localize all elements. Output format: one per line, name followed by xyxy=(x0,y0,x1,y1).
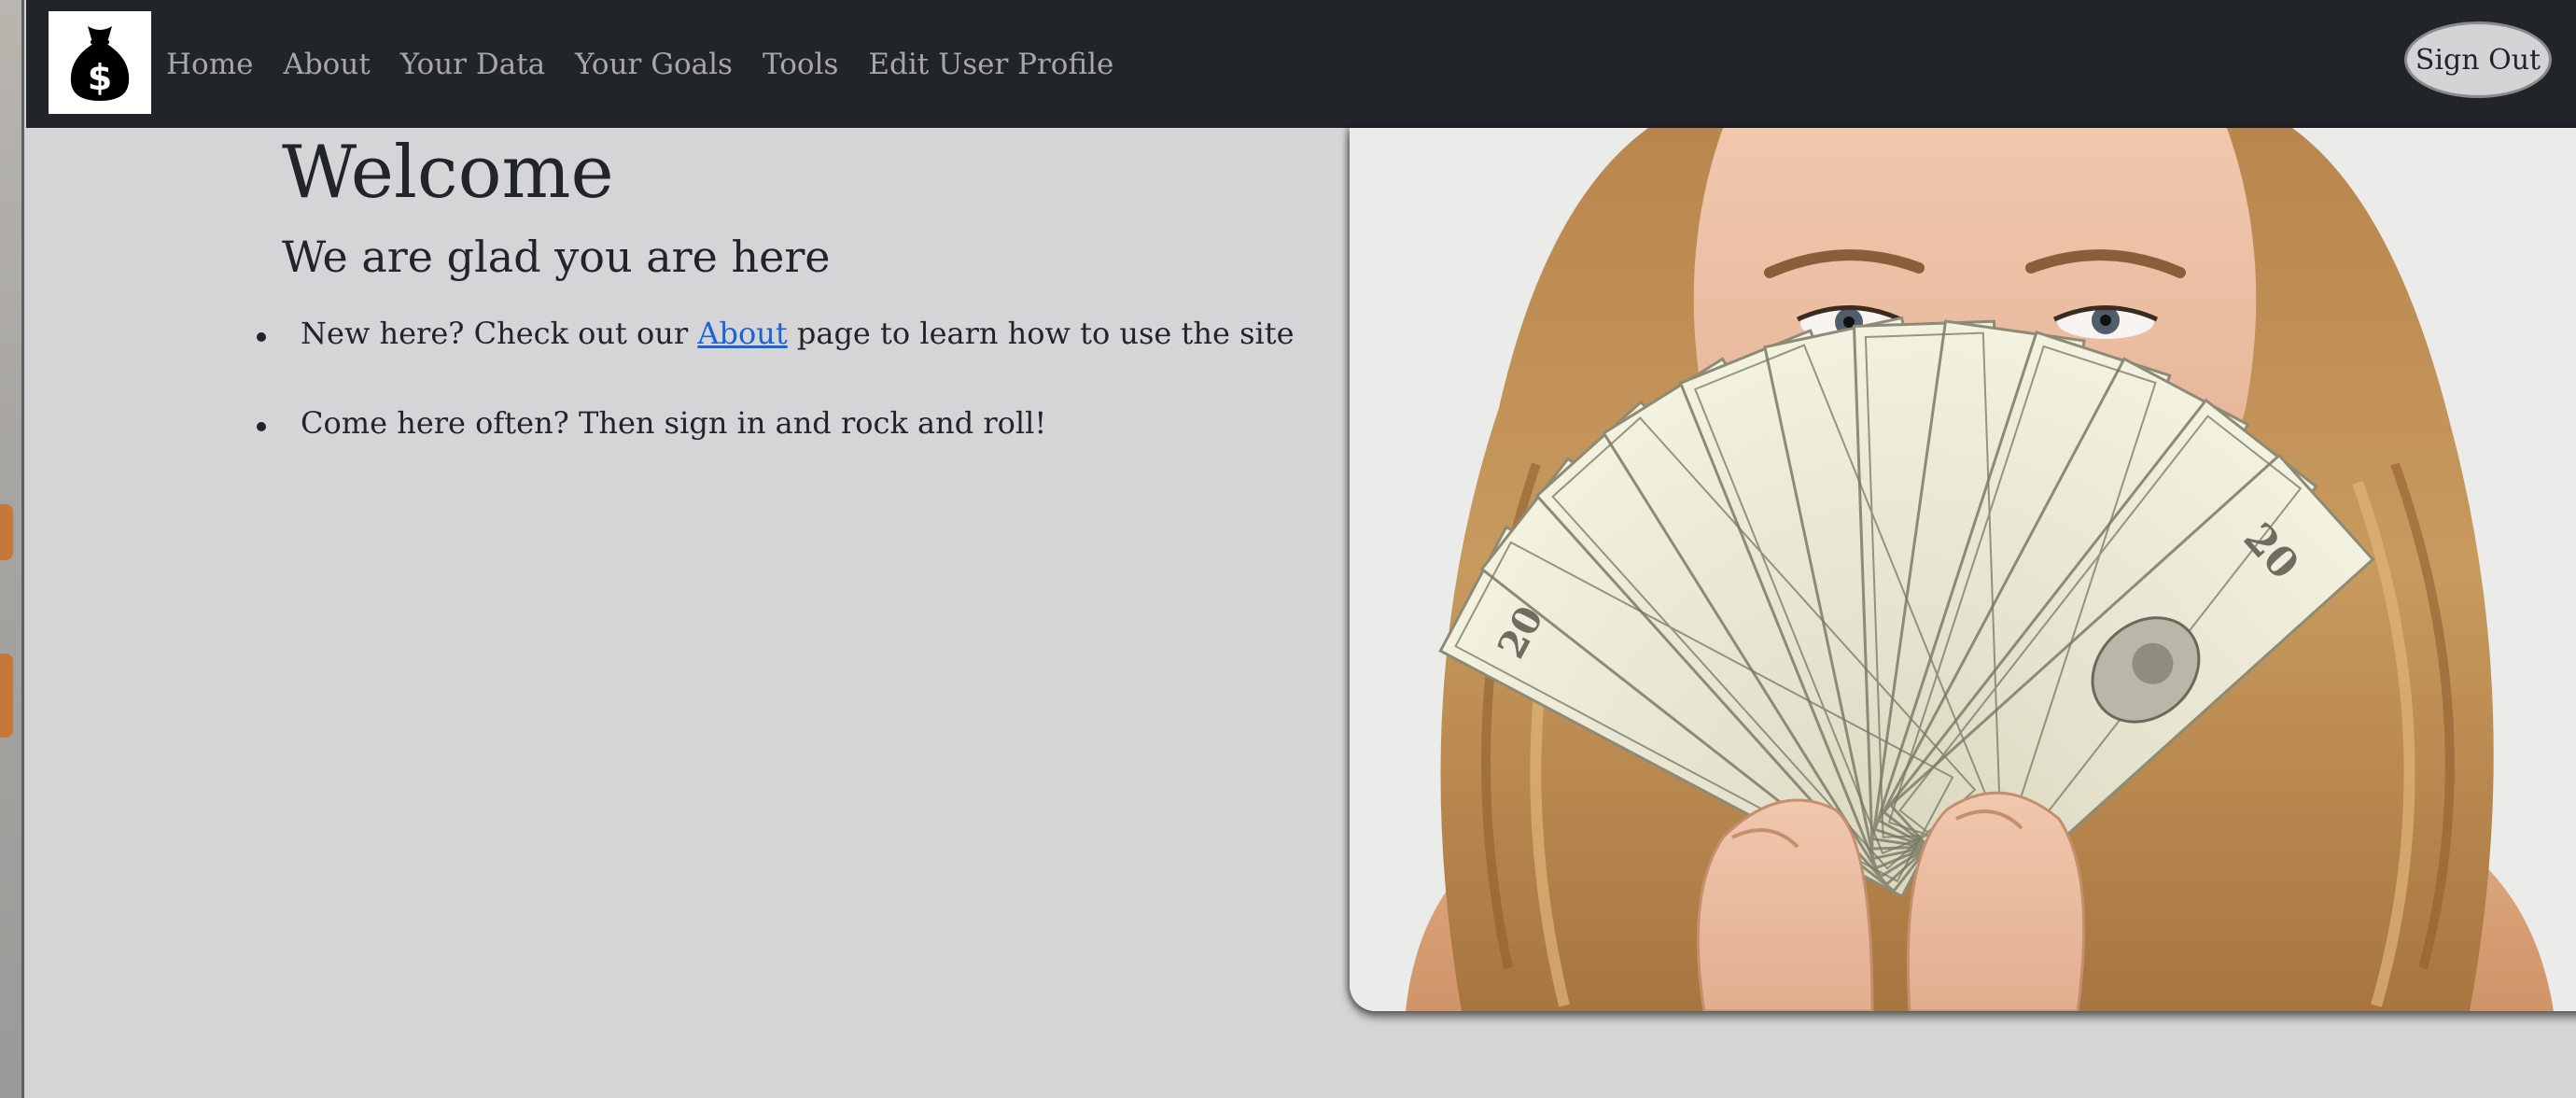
nav-tools-link[interactable]: Tools xyxy=(763,48,838,81)
nav-your-data-link[interactable]: Your Data xyxy=(400,48,545,81)
nav-edit-profile-link[interactable]: Edit User Profile xyxy=(868,48,1113,81)
list-item-text-before: New here? Check out our xyxy=(301,316,698,351)
list-item-text-after: page to learn how to use the site xyxy=(787,316,1295,351)
background-decoration xyxy=(0,504,13,560)
about-link[interactable]: About xyxy=(697,316,787,351)
window-divider xyxy=(21,0,24,1098)
window-edge xyxy=(0,0,24,1098)
svg-text:$: $ xyxy=(88,57,112,98)
list-item-text: New here? Check out our About page to le… xyxy=(301,316,1295,351)
nav-links: Home About Your Data Your Goals Tools Ed… xyxy=(166,0,1143,128)
page-title: Welcome xyxy=(282,131,614,215)
woman-holding-dollar-bills-photo: 20 20 xyxy=(1350,128,2576,1011)
page: $ Home About Your Data Your Goals Tools … xyxy=(26,0,2576,1098)
bullet-dot xyxy=(257,332,266,342)
brand-logo[interactable]: $ xyxy=(49,11,151,114)
money-bag-icon: $ xyxy=(70,26,130,101)
nav-home-link[interactable]: Home xyxy=(166,48,253,81)
nav-about-link[interactable]: About xyxy=(283,48,370,81)
top-navbar: $ Home About Your Data Your Goals Tools … xyxy=(26,0,2576,128)
background-decoration xyxy=(0,654,13,738)
nav-your-goals-link[interactable]: Your Goals xyxy=(575,48,733,81)
sign-out-button[interactable]: Sign Out xyxy=(2404,21,2552,98)
bullet-dot xyxy=(257,422,266,431)
list-item-text: Come here often? Then sign in and rock a… xyxy=(301,405,1047,441)
hero-image: 20 20 xyxy=(1350,128,2576,1011)
page-subtitle: We are glad you are here xyxy=(282,232,831,282)
